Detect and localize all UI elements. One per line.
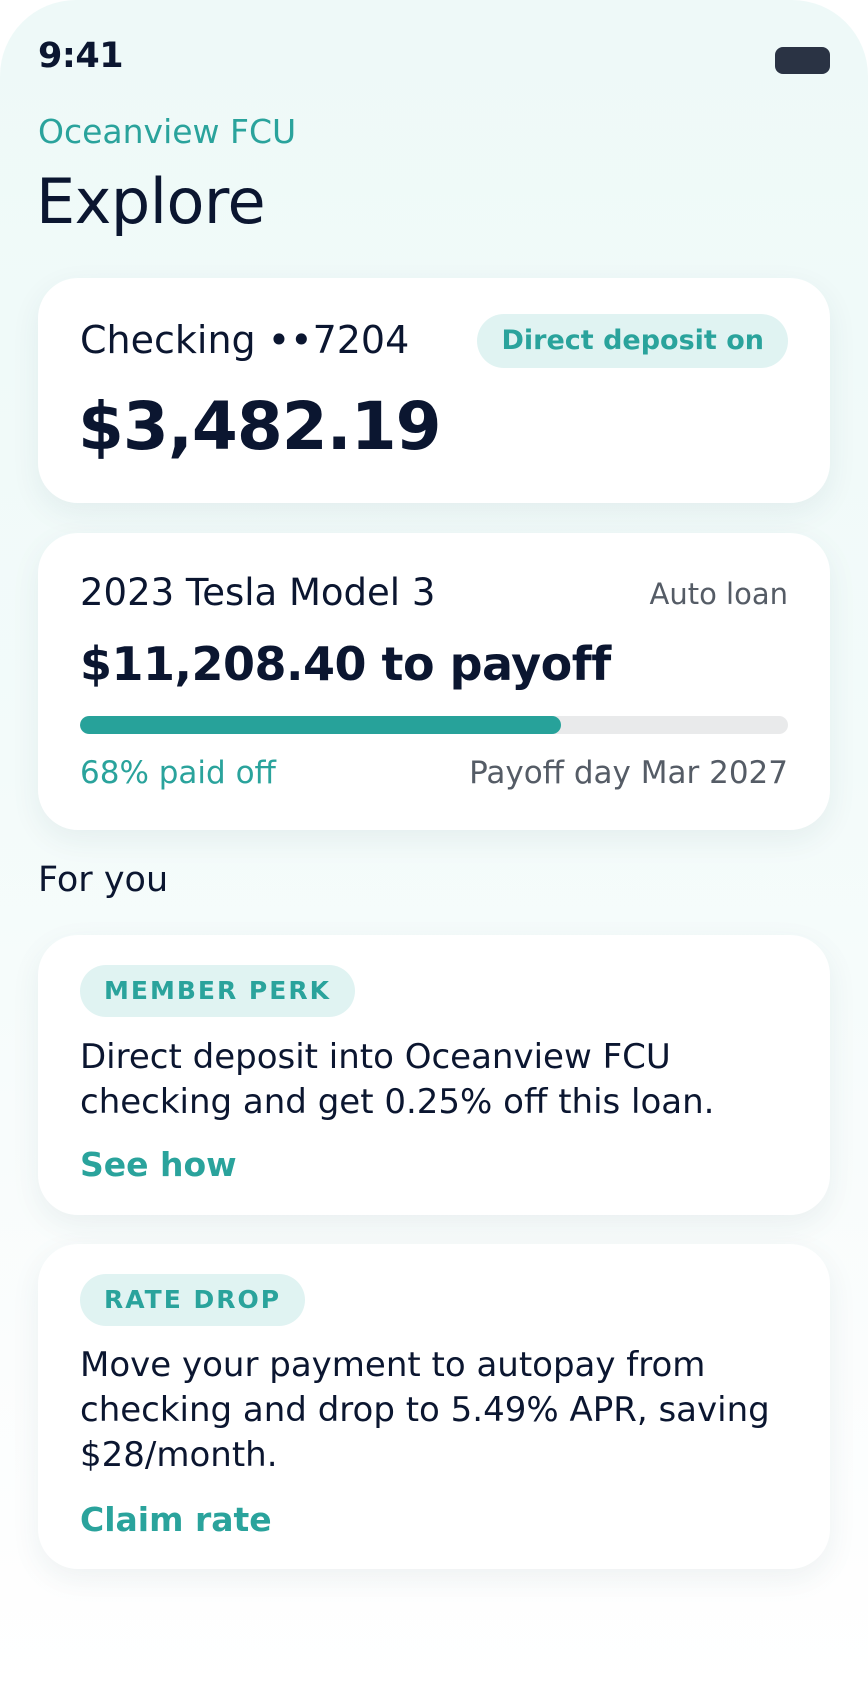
see-how-link[interactable]: See how	[80, 1145, 237, 1184]
page-title: Explore	[36, 165, 266, 238]
checking-balance: $3,482.19	[78, 388, 442, 465]
member-perk-text: Direct deposit into Oceanview FCU checki…	[80, 1037, 715, 1122]
brand-name: Oceanview FCU	[38, 112, 297, 151]
battery-icon	[775, 47, 830, 74]
rate-drop-card: RATE DROP Move your payment to autopay f…	[38, 1244, 830, 1569]
paid-off-percent: 68% paid off	[80, 755, 276, 791]
auto-loan-card[interactable]: 2023 Tesla Model 3 Auto loan $11,208.40 …	[38, 533, 830, 830]
payoff-progress-fill	[80, 716, 562, 734]
payoff-day: Payoff day Mar 2027	[469, 755, 788, 791]
member-perk-tag: MEMBER PERK	[80, 965, 355, 1017]
loan-vehicle: 2023 Tesla Model 3	[80, 571, 436, 614]
rate-drop-tag: RATE DROP	[80, 1274, 306, 1326]
phone-screen: 9:41 Oceanview FCU Explore Checking ••72…	[0, 0, 868, 1694]
status-time: 9:41	[38, 36, 124, 76]
for-you-heading: For you	[38, 860, 169, 900]
payoff-progress-bar	[80, 716, 788, 734]
claim-rate-link[interactable]: Claim rate	[80, 1500, 272, 1539]
member-perk-card: MEMBER PERK Direct deposit into Oceanvie…	[38, 935, 830, 1215]
loan-payoff-amount: $11,208.40 to payoff	[80, 637, 611, 691]
checking-label: Checking ••7204	[80, 318, 410, 362]
direct-deposit-badge: Direct deposit on	[477, 314, 788, 368]
loan-type: Auto loan	[649, 577, 788, 611]
rate-drop-text: Move your payment to autopay from checki…	[80, 1345, 770, 1475]
checking-card[interactable]: Checking ••7204 Direct deposit on $3,482…	[38, 278, 830, 503]
